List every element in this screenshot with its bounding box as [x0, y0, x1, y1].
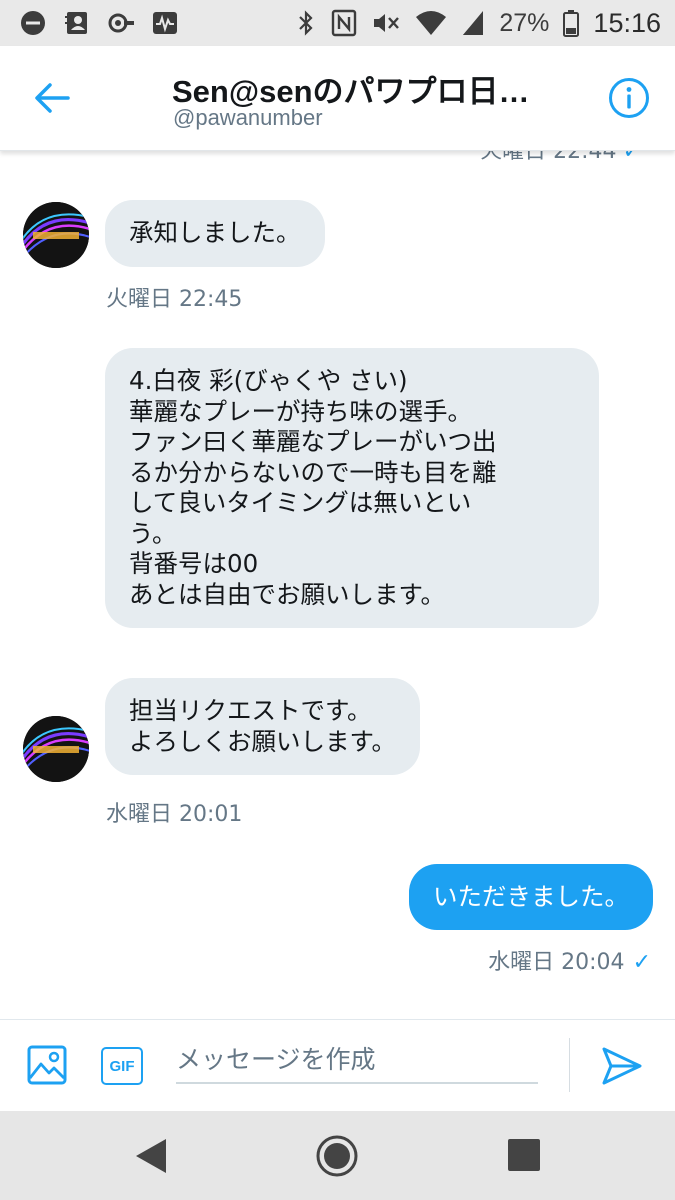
compose-bar: GIF — [0, 1019, 675, 1111]
status-system-icons: 27% 15:16 — [295, 0, 661, 46]
nav-home-icon[interactable] — [315, 1134, 359, 1178]
read-check-icon: ✓ — [632, 950, 651, 975]
avatar[interactable] — [23, 716, 89, 782]
avatar[interactable] — [23, 202, 89, 268]
contacts-icon — [62, 9, 92, 37]
conversation-header: Sen@senのパワプロ日… @pawanumber — [0, 46, 675, 151]
message-timestamp: 火曜日 22:44 ✓ — [480, 151, 641, 165]
message-thread[interactable]: 火曜日 22:44 ✓ 承知しました。 火曜日 22:45 4.白夜 彩(びゃくや… — [0, 151, 675, 1019]
nfc-icon — [331, 9, 357, 37]
nav-recent-apps-icon[interactable] — [508, 1139, 540, 1171]
battery-icon — [563, 9, 580, 37]
battery-percent: 27% — [499, 8, 550, 37]
wifi-icon — [415, 9, 447, 37]
incoming-message[interactable]: 4.白夜 彩(びゃくや さい) 華麗なプレーが持ち味の選手。 ファン曰く華麗なプ… — [105, 348, 599, 628]
read-check-icon: ✓ — [622, 151, 641, 164]
activity-icon — [150, 9, 180, 37]
incoming-message[interactable]: 担当リクエストです。 よろしくお願いします。 — [105, 678, 421, 775]
message-input[interactable] — [176, 1036, 538, 1084]
voicemail-icon — [106, 9, 136, 37]
compose-divider — [569, 1038, 570, 1092]
signal-icon — [461, 9, 485, 37]
message-timestamp: 火曜日 22:45 — [106, 287, 243, 312]
minus-circle-icon — [18, 9, 48, 37]
status-bar: 27% 15:16 — [0, 0, 675, 46]
conversation-handle[interactable]: @pawanumber — [173, 105, 323, 131]
incoming-message[interactable]: 承知しました。 — [105, 200, 325, 267]
outgoing-message[interactable]: いただきました。 — [409, 864, 653, 930]
status-notification-icons — [18, 9, 180, 37]
back-arrow-icon[interactable] — [30, 76, 74, 120]
message-timestamp: 水曜日 20:04 ✓ — [488, 950, 651, 975]
message-timestamp: 水曜日 20:01 — [106, 802, 243, 827]
gif-button[interactable]: GIF — [101, 1047, 143, 1085]
info-icon[interactable] — [607, 76, 651, 120]
image-icon[interactable] — [27, 1045, 67, 1085]
nav-back-icon[interactable] — [133, 1137, 169, 1175]
bluetooth-icon — [295, 9, 317, 37]
system-navigation-bar — [0, 1111, 675, 1200]
mute-icon — [371, 9, 401, 37]
status-time: 15:16 — [593, 7, 661, 38]
send-icon[interactable] — [600, 1044, 644, 1088]
